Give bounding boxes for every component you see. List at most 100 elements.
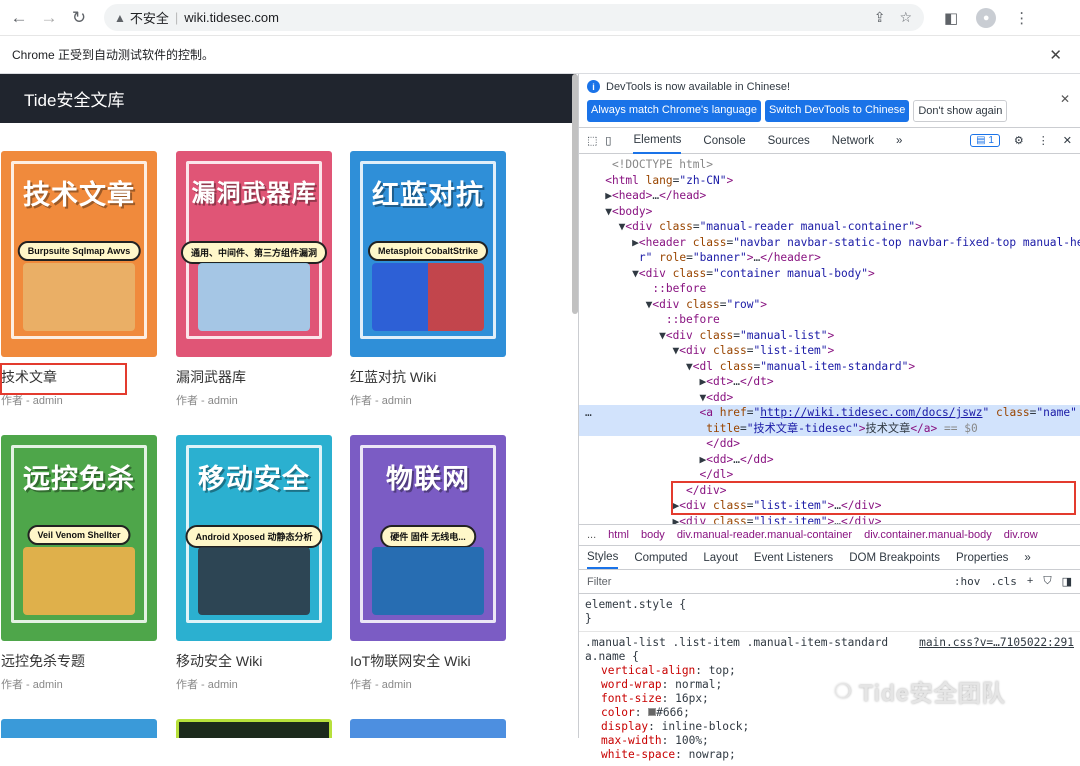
reload-icon[interactable]: ↻ [68, 7, 90, 29]
forward-icon[interactable]: → [38, 7, 60, 29]
menu-kebab-icon[interactable]: ⋮ [1038, 134, 1049, 147]
tab-layout[interactable]: Layout [703, 552, 738, 564]
css-prop-value[interactable]: inline-block; [662, 720, 750, 733]
book-name[interactable]: 远控免杀专题 [1, 651, 157, 671]
share-icon[interactable]: ⇪ [874, 9, 886, 26]
css-prop-name[interactable]: display [601, 720, 648, 733]
css-prop-value[interactable]: top; [709, 664, 736, 677]
tab-styles[interactable]: Styles [587, 547, 619, 569]
side-panel-icon[interactable]: ◧ [944, 9, 958, 27]
close-icon[interactable]: ✕ [1049, 46, 1062, 64]
tab-sources[interactable]: Sources [768, 135, 810, 147]
css-prop[interactable]: white-space: nowrap; [585, 748, 1074, 762]
book-name[interactable]: IoT物联网安全 Wiki [350, 651, 506, 671]
rule-source-link[interactable]: main.css?v=…7105022:291 [919, 636, 1074, 650]
dom-line[interactable]: <!DOCTYPE html> [579, 157, 1080, 173]
css-prop-name[interactable]: max-width [601, 734, 662, 747]
more-tabs-icon[interactable]: » [896, 135, 902, 147]
book-card-vuln-arsenal[interactable]: 漏洞武器库 通用、中间件、第三方组件漏洞 漏洞武器库 作者 - admin [176, 151, 332, 408]
close-icon[interactable]: ✕ [1063, 134, 1072, 147]
bookmark-star-icon[interactable]: ☆ [899, 9, 912, 26]
book-cover[interactable]: 漏洞武器库 通用、中间件、第三方组件漏洞 [176, 151, 332, 357]
breadcrumb-item[interactable]: body [641, 529, 665, 541]
book-cover[interactable]: 物联网 硬件 固件 无线电... [350, 435, 506, 641]
dom-line[interactable]: ▶<head>…</head> [579, 188, 1080, 204]
book-card-partial[interactable] [176, 719, 332, 738]
inspect-element-icon[interactable]: ⬚ [587, 134, 597, 147]
element-style-rule[interactable]: element.style { [585, 598, 1074, 612]
dom-line[interactable]: ▼<div class="row"> [579, 297, 1080, 313]
issues-badge[interactable]: ▤ 1 [970, 134, 1000, 147]
css-prop-value[interactable]: #666; [656, 706, 690, 719]
dom-line[interactable]: ▼<div class="manual-reader manual-contai… [579, 219, 1080, 235]
book-name[interactable]: 红蓝对抗 Wiki [350, 367, 506, 387]
css-prop-value[interactable]: nowrap; [689, 748, 736, 761]
tab-console[interactable]: Console [703, 135, 745, 147]
css-prop-name[interactable]: white-space [601, 748, 675, 761]
styles-filter-input[interactable]: Filter [587, 576, 611, 588]
dom-line[interactable]: <html lang="zh-CN"> [579, 173, 1080, 189]
close-icon[interactable]: ✕ [1060, 92, 1070, 106]
dom-line[interactable]: ::before [579, 312, 1080, 328]
tab-event-listeners[interactable]: Event Listeners [754, 552, 833, 564]
dont-show-again-button[interactable]: Don't show again [913, 100, 1008, 122]
dom-line[interactable]: ▶<dd>…</dd> [579, 452, 1080, 468]
css-prop-value[interactable]: 16px; [675, 692, 709, 705]
dom-line[interactable]: ▶<div class="list-item">…</div> [579, 514, 1080, 525]
tab-network[interactable]: Network [832, 135, 874, 147]
dom-tree[interactable]: <!DOCTYPE html> <html lang="zh-CN"> ▶<he… [579, 154, 1080, 524]
book-name[interactable]: 漏洞武器库 [176, 367, 332, 387]
book-card-partial[interactable] [350, 719, 506, 738]
dom-line-selected[interactable]: … <a href="http://wiki.tidesec.com/docs/… [579, 405, 1080, 421]
css-prop[interactable]: max-width: 100%; [585, 734, 1074, 748]
dom-line[interactable]: </dd> [579, 436, 1080, 452]
tab-dom-breakpoints[interactable]: DOM Breakpoints [849, 552, 940, 564]
profile-avatar-icon[interactable]: ● [976, 7, 997, 28]
rule-selector[interactable]: .manual-list .list-item .manual-item-sta… [585, 636, 888, 650]
book-card-mobile-security[interactable]: 移动安全 Android Xposed 动静态分析 移动安全 Wiki 作者 -… [176, 435, 332, 692]
book-cover[interactable]: 移动安全 Android Xposed 动静态分析 [176, 435, 332, 641]
css-prop-name[interactable]: color [601, 706, 635, 719]
book-cover[interactable]: 红蓝对抗 Metasploit CobaltStrike [350, 151, 506, 357]
computed-sidebar-icon[interactable]: ◨ [1062, 575, 1072, 588]
dom-line[interactable]: ▶<dt>…</dt> [579, 374, 1080, 390]
book-card-remote-av[interactable]: 远控免杀 Veil Venom Shellter 远控免杀专题 作者 - adm… [1, 435, 157, 692]
dom-line[interactable]: ▼<div class="container manual-body"> [579, 266, 1080, 282]
dom-line[interactable]: ▼<dd> [579, 390, 1080, 406]
menu-kebab-icon[interactable]: ⋮ [1014, 9, 1029, 27]
tab-properties[interactable]: Properties [956, 552, 1008, 564]
css-prop[interactable]: color: #666; [585, 706, 1074, 720]
new-rule-icon[interactable]: + [1027, 575, 1033, 588]
device-toolbar-icon[interactable]: ▯ [605, 134, 611, 147]
breadcrumb-item[interactable]: div.row [1004, 529, 1038, 541]
tab-elements[interactable]: Elements [633, 128, 682, 154]
hov-toggle[interactable]: :hov [954, 575, 981, 588]
address-bar[interactable]: ▲ 不安全 | wiki.tidesec.com ⇪ ☆ [104, 4, 924, 31]
dom-line[interactable]: ▶<header class="navbar navbar-static-top… [579, 235, 1080, 251]
settings-gear-icon[interactable]: ⚙ [1014, 134, 1024, 147]
css-prop-name[interactable]: vertical-align [601, 664, 695, 677]
dom-line[interactable]: ▼<div class="list-item"> [579, 343, 1080, 359]
css-prop[interactable]: display: inline-block; [585, 720, 1074, 734]
dom-line[interactable]: ::before [579, 281, 1080, 297]
css-prop-name[interactable]: word-wrap [601, 678, 662, 691]
paint-icon[interactable]: ⛉ [1043, 575, 1051, 588]
book-cover[interactable]: 远控免杀 Veil Venom Shellter [1, 435, 157, 641]
breadcrumb-item[interactable]: ... [587, 529, 596, 541]
always-match-language-button[interactable]: Always match Chrome's language [587, 100, 761, 122]
book-cover[interactable]: 技术文章 Burpsuite Sqlmap Awvs [1, 151, 157, 357]
breadcrumb-item[interactable]: div.manual-reader.manual-container [677, 529, 852, 541]
breadcrumb-item[interactable]: div.container.manual-body [864, 529, 992, 541]
cls-toggle[interactable]: .cls [990, 575, 1017, 588]
more-tabs-icon[interactable]: » [1024, 552, 1030, 564]
switch-to-chinese-button[interactable]: Switch DevTools to Chinese [764, 100, 910, 122]
warning-icon[interactable]: ▲ [114, 11, 126, 25]
url-text[interactable]: wiki.tidesec.com [184, 10, 279, 25]
css-prop-value[interactable]: normal; [675, 678, 722, 691]
dom-line[interactable]: ▼<dl class="manual-item-standard"> [579, 359, 1080, 375]
breadcrumb-item[interactable]: html [608, 529, 629, 541]
insecure-label[interactable]: 不安全 [130, 8, 169, 27]
back-icon[interactable]: ← [8, 7, 30, 29]
site-brand[interactable]: Tide安全文库 [24, 86, 124, 111]
book-name[interactable]: 移动安全 Wiki [176, 651, 332, 671]
